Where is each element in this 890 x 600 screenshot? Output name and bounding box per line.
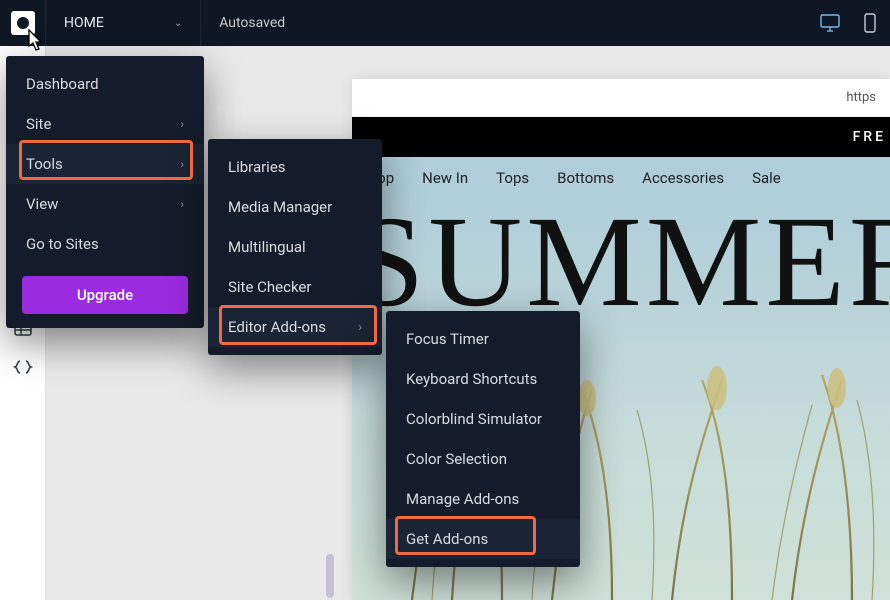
submenu-item-editor-addons[interactable]: Editor Add-ons › [208,307,382,347]
addon-item-keyboard-shortcuts[interactable]: Keyboard Shortcuts [386,359,580,399]
addon-item-manage-addons[interactable]: Manage Add-ons [386,479,580,519]
menu-label: Go to Sites [26,235,99,253]
desktop-preview-icon[interactable] [810,0,850,46]
chevron-right-icon: › [180,157,184,171]
scroll-indicator[interactable] [326,554,334,598]
code-icon[interactable] [12,356,34,378]
tools-submenu: Libraries Media Manager Multilingual Sit… [208,139,382,355]
app-logo-button[interactable] [0,0,46,46]
chevron-right-icon: › [358,320,362,334]
url-text: https [846,90,876,105]
menu-label: Focus Timer [406,330,489,348]
chevron-right-icon: › [180,117,184,131]
app-logo [11,11,35,35]
mobile-preview-icon[interactable] [850,0,890,46]
menu-label: Keyboard Shortcuts [406,370,537,388]
upgrade-label: Upgrade [77,286,133,304]
submenu-item-site-checker[interactable]: Site Checker [208,267,382,307]
promo-bar: FRE [352,117,890,157]
menu-item-site[interactable]: Site › [6,104,204,144]
menu-label: View [26,195,58,213]
chevron-right-icon: › [180,197,184,211]
menu-label: Libraries [228,158,286,176]
menu-label: Site [26,115,51,133]
submenu-item-libraries[interactable]: Libraries [208,147,382,187]
topbar: HOME ⌄ Autosaved [0,0,890,46]
nav-sale[interactable]: Sale [752,169,781,187]
site-nav: Shop New In Tops Bottoms Accessories Sal… [352,157,890,199]
autosaved-status: Autosaved [201,15,303,31]
addon-item-focus-timer[interactable]: Focus Timer [386,319,580,359]
addon-item-colorblind-simulator[interactable]: Colorblind Simulator [386,399,580,439]
menu-label: Tools [26,155,63,173]
submenu-item-multilingual[interactable]: Multilingual [208,227,382,267]
menu-item-dashboard[interactable]: Dashboard [6,64,204,104]
menu-label: Dashboard [26,75,99,93]
submenu-item-media-manager[interactable]: Media Manager [208,187,382,227]
menu-label: Multilingual [228,238,306,256]
menu-item-tools[interactable]: Tools › [6,144,204,184]
menu-item-go-to-sites[interactable]: Go to Sites [6,224,204,264]
nav-new-in[interactable]: New In [422,169,468,187]
addon-item-color-selection[interactable]: Color Selection [386,439,580,479]
menu-label: Get Add-ons [406,530,488,548]
chevron-down-icon: ⌄ [174,18,182,29]
upgrade-button[interactable]: Upgrade [22,276,188,314]
home-dropdown-button[interactable]: HOME ⌄ [46,0,201,46]
addons-submenu: Focus Timer Keyboard Shortcuts Colorblin… [386,311,580,567]
menu-item-view[interactable]: View › [6,184,204,224]
nav-bottoms[interactable]: Bottoms [557,169,614,187]
menu-label: Editor Add-ons [228,318,326,336]
menu-label: Manage Add-ons [406,490,519,508]
nav-accessories[interactable]: Accessories [642,169,724,187]
main-menu: Dashboard Site › Tools › View › Go to Sites… [6,56,204,328]
menu-label: Colorblind Simulator [406,410,542,428]
addon-item-get-addons[interactable]: Get Add-ons [386,519,580,559]
menu-label: Media Manager [228,198,332,216]
promo-text: FRE [853,129,886,145]
home-label: HOME [64,15,104,31]
nav-tops[interactable]: Tops [496,169,529,187]
menu-label: Site Checker [228,278,311,296]
url-bar: https [352,79,890,117]
menu-label: Color Selection [406,450,507,468]
